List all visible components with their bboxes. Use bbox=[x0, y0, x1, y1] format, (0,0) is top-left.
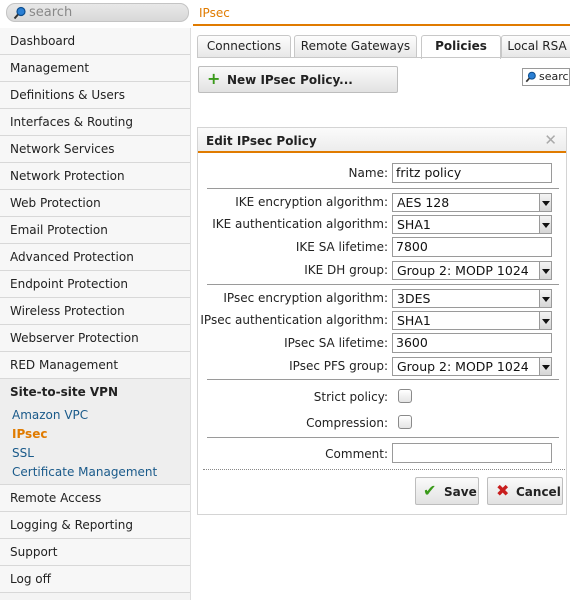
sidebar-item-remote-access[interactable]: Remote Access bbox=[0, 485, 190, 512]
ike-authentication-label: IKE authentication algorithm: bbox=[212, 217, 388, 231]
section-divider bbox=[207, 188, 559, 189]
name-field[interactable]: fritz policy bbox=[392, 163, 552, 183]
edit-ipsec-policy-dialog: Edit IPsec Policy ✕ Name: fritz policy I… bbox=[197, 127, 567, 515]
ipsec-encryption-label: IPsec encryption algorithm: bbox=[223, 291, 388, 305]
sidebar-item-web-protection[interactable]: Web Protection bbox=[0, 190, 190, 217]
sidebar-item-email-protection[interactable]: Email Protection bbox=[0, 217, 190, 244]
chevron-down-icon bbox=[539, 312, 551, 329]
chevron-down-icon bbox=[539, 290, 551, 307]
sidebar-item-advanced-protection[interactable]: Advanced Protection bbox=[0, 244, 190, 271]
sidebar-item-endpoint-protection[interactable]: Endpoint Protection bbox=[0, 271, 190, 298]
section-divider bbox=[207, 379, 559, 380]
new-ipsec-policy-button[interactable]: + New IPsec Policy... bbox=[198, 66, 398, 93]
ike-authentication-value: SHA1 bbox=[397, 217, 431, 232]
ike-dh-group-label: IKE DH group: bbox=[304, 263, 388, 277]
search-icon bbox=[13, 6, 27, 23]
dialog-title: Edit IPsec Policy bbox=[206, 134, 317, 148]
cancel-x-icon: ✖ bbox=[496, 481, 510, 500]
sidebar-section-site-to-site-vpn: Site-to-site VPN Amazon VPC IPsec SSL Ce… bbox=[0, 379, 190, 485]
section-divider bbox=[207, 437, 559, 438]
cancel-label: Cancel bbox=[516, 485, 561, 499]
new-ipsec-policy-label: New IPsec Policy... bbox=[227, 73, 353, 87]
sidebar-item-network-services[interactable]: Network Services bbox=[0, 136, 190, 163]
ipsec-pfs-group-select[interactable]: Group 2: MODP 1024 bbox=[392, 357, 552, 376]
chevron-down-icon bbox=[539, 194, 551, 211]
ipsec-encryption-value: 3DES bbox=[397, 291, 431, 306]
sidebar-subitem-amazon-vpc[interactable]: Amazon VPC bbox=[0, 406, 190, 425]
breadcrumb: IPsec bbox=[199, 6, 230, 20]
ike-sa-lifetime-field[interactable]: 7800 bbox=[392, 237, 552, 257]
strict-policy-checkbox[interactable] bbox=[398, 389, 412, 403]
sidebar-item-interfaces-routing[interactable]: Interfaces & Routing bbox=[0, 109, 190, 136]
sidebar-subitem-ssl[interactable]: SSL bbox=[0, 444, 190, 463]
tab-divider bbox=[197, 57, 570, 58]
sidebar-item-network-protection[interactable]: Network Protection bbox=[0, 163, 190, 190]
ike-encryption-label: IKE encryption algorithm: bbox=[235, 195, 388, 209]
dialog-header: Edit IPsec Policy ✕ bbox=[198, 128, 566, 153]
ike-encryption-select[interactable]: AES 128 bbox=[392, 193, 552, 212]
top-bar: search IPsec bbox=[0, 0, 570, 27]
ipsec-authentication-label: IPsec authentication algorithm: bbox=[200, 313, 388, 327]
sidebar-item-management[interactable]: Management bbox=[0, 55, 190, 82]
sidebar: Dashboard Management Definitions & Users… bbox=[0, 28, 191, 600]
chevron-down-icon bbox=[539, 358, 551, 375]
header-divider bbox=[193, 24, 570, 26]
tab-remote-gateways[interactable]: Remote Gateways bbox=[294, 35, 417, 58]
close-icon[interactable]: ✕ bbox=[544, 131, 557, 149]
compression-label: Compression: bbox=[306, 416, 388, 430]
ike-dh-group-select[interactable]: Group 2: MODP 1024 bbox=[392, 261, 552, 280]
sidebar-item-wireless-protection[interactable]: Wireless Protection bbox=[0, 298, 190, 325]
cancel-button[interactable]: ✖ Cancel bbox=[487, 477, 563, 505]
compression-checkbox[interactable] bbox=[398, 415, 412, 429]
tab-local-rsa[interactable]: Local RSA bbox=[501, 35, 570, 58]
filter-search-input[interactable]: search bbox=[522, 68, 570, 86]
ike-encryption-value: AES 128 bbox=[397, 195, 450, 210]
search-icon bbox=[525, 71, 537, 85]
sidebar-item-definitions-users[interactable]: Definitions & Users bbox=[0, 82, 190, 109]
save-button[interactable]: ✔ Save bbox=[415, 477, 479, 505]
sidebar-item-support[interactable]: Support bbox=[0, 539, 190, 566]
sidebar-item-dashboard[interactable]: Dashboard bbox=[0, 28, 190, 55]
ike-authentication-select[interactable]: SHA1 bbox=[392, 215, 552, 234]
comment-field[interactable] bbox=[392, 443, 552, 463]
plus-icon: + bbox=[207, 69, 221, 88]
search-placeholder: search bbox=[29, 5, 73, 20]
footer-divider bbox=[203, 469, 565, 470]
strict-policy-label: Strict policy: bbox=[313, 390, 388, 404]
ike-sa-lifetime-label: IKE SA lifetime: bbox=[295, 240, 388, 254]
sidebar-subitem-certificate-management[interactable]: Certificate Management bbox=[0, 463, 190, 482]
ipsec-sa-lifetime-field[interactable]: 3600 bbox=[392, 333, 552, 353]
tab-connections[interactable]: Connections bbox=[197, 35, 291, 58]
ipsec-encryption-select[interactable]: 3DES bbox=[392, 289, 552, 308]
sidebar-item-log-off[interactable]: Log off bbox=[0, 566, 190, 593]
chevron-down-icon bbox=[539, 216, 551, 233]
sidebar-subitem-ipsec[interactable]: IPsec bbox=[0, 425, 190, 444]
ipsec-pfs-group-label: IPsec PFS group: bbox=[289, 359, 388, 373]
ipsec-authentication-value: SHA1 bbox=[397, 313, 431, 328]
section-divider bbox=[207, 284, 559, 285]
sidebar-section-title[interactable]: Site-to-site VPN bbox=[0, 379, 190, 406]
sidebar-item-webserver-protection[interactable]: Webserver Protection bbox=[0, 325, 190, 352]
chevron-down-icon bbox=[539, 262, 551, 279]
ipsec-authentication-select[interactable]: SHA1 bbox=[392, 311, 552, 330]
checkmark-icon: ✔ bbox=[423, 481, 437, 500]
ipsec-sa-lifetime-label: IPsec SA lifetime: bbox=[284, 336, 388, 350]
ike-dh-group-value: Group 2: MODP 1024 bbox=[397, 263, 529, 278]
tab-policies[interactable]: Policies bbox=[421, 35, 501, 59]
sidebar-item-red-management[interactable]: RED Management bbox=[0, 352, 190, 379]
comment-label: Comment: bbox=[325, 447, 388, 461]
name-label: Name: bbox=[348, 166, 388, 180]
filter-search-text: search bbox=[539, 70, 569, 83]
save-label: Save bbox=[444, 485, 477, 499]
ipsec-pfs-group-value: Group 2: MODP 1024 bbox=[397, 359, 529, 374]
sidebar-item-logging-reporting[interactable]: Logging & Reporting bbox=[0, 512, 190, 539]
search-input[interactable]: search bbox=[6, 3, 189, 22]
